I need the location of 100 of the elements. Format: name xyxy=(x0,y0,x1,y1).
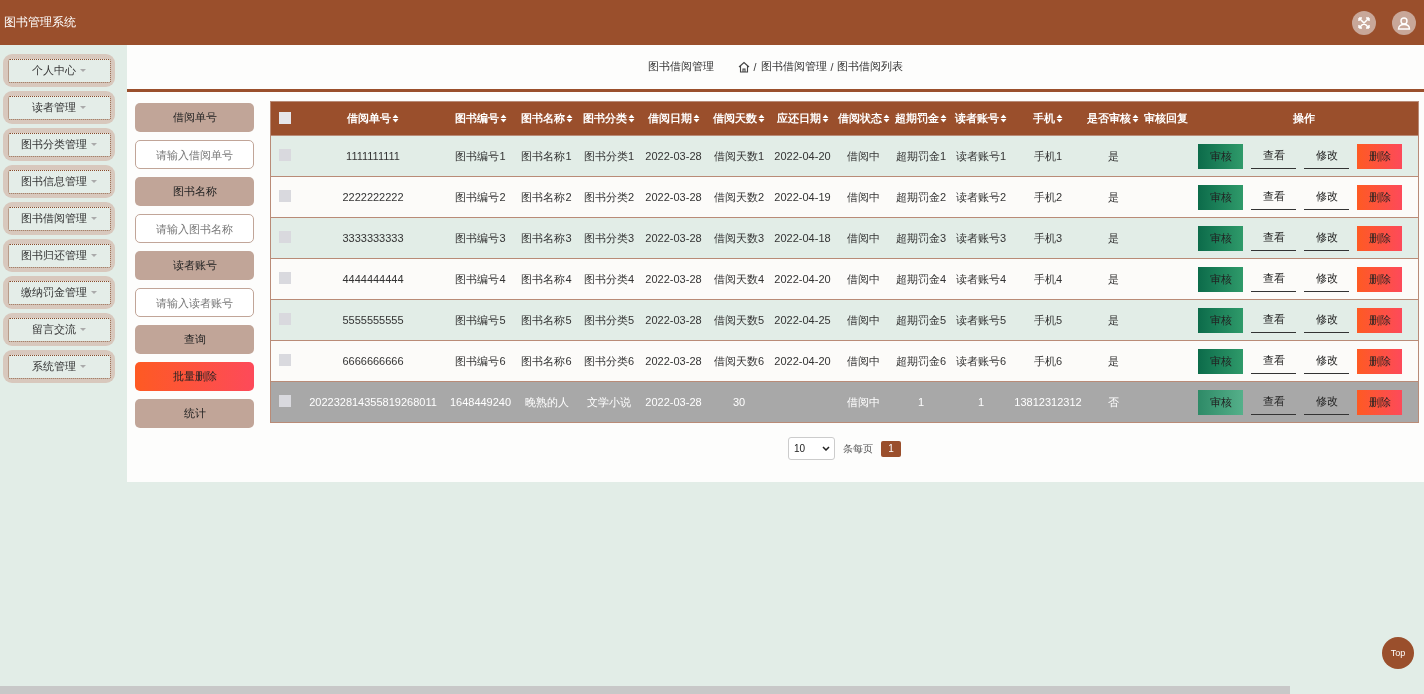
delete-button[interactable]: 删除 xyxy=(1357,184,1402,210)
row-checkbox[interactable] xyxy=(279,272,291,284)
page-size-select[interactable]: 10 xyxy=(788,437,835,460)
table-cell: 文学小说 xyxy=(587,395,631,408)
delete-button[interactable]: 删除 xyxy=(1357,266,1402,292)
sort-icon[interactable] xyxy=(499,114,507,123)
sort-icon[interactable] xyxy=(821,114,829,123)
scrollbar[interactable] xyxy=(0,686,1290,694)
menu-label: 读者管理 xyxy=(32,100,76,115)
back-to-top-button[interactable]: Top xyxy=(1382,637,1414,669)
table-cell: 是 xyxy=(1107,190,1119,203)
edit-button[interactable]: 修改 xyxy=(1304,143,1349,169)
view-button[interactable]: 查看 xyxy=(1251,184,1296,210)
table-cell: 借阅中 xyxy=(847,313,880,326)
menu-item[interactable]: 图书归还管理 xyxy=(3,239,115,272)
sort-icon[interactable] xyxy=(692,114,700,123)
table-cell: 是 xyxy=(1107,231,1119,244)
view-button[interactable]: 查看 xyxy=(1251,307,1296,333)
menu-item[interactable]: 留言交流 xyxy=(3,313,115,346)
user-icon[interactable] xyxy=(1392,10,1416,35)
sort-icon[interactable] xyxy=(1132,114,1139,123)
menu-item[interactable]: 系统管理 xyxy=(3,350,115,383)
batch-delete-button[interactable]: 批量删除 xyxy=(135,362,254,391)
caret-icon xyxy=(91,143,97,146)
sort-icon[interactable] xyxy=(392,114,399,123)
breadcrumb-item[interactable]: 图书借阅列表 xyxy=(837,60,904,74)
menu-item[interactable]: 图书信息管理 xyxy=(3,165,115,198)
table-cell: 读者账号2 xyxy=(955,190,1007,203)
sort-icon[interactable] xyxy=(758,114,765,123)
row-checkbox[interactable] xyxy=(279,190,291,202)
menu-item[interactable]: 缴纳罚金管理 xyxy=(3,276,115,309)
edit-button[interactable]: 修改 xyxy=(1304,307,1349,333)
table-cell: 2022-04-20 xyxy=(774,355,831,367)
table-cell: 读者账号4 xyxy=(955,272,1007,285)
breadcrumb-separator: / xyxy=(830,61,834,73)
table-cell: 图书分类3 xyxy=(583,231,635,244)
table-cell: 借阅中 xyxy=(847,272,880,285)
column-header[interactable]: 手机 xyxy=(1033,111,1063,126)
table-cell: 借阅天数3 xyxy=(713,231,765,244)
delete-button[interactable]: 删除 xyxy=(1357,307,1402,333)
audit-button[interactable]: 审核 xyxy=(1198,184,1243,210)
sort-icon[interactable] xyxy=(1056,114,1063,123)
delete-button[interactable]: 删除 xyxy=(1357,225,1402,251)
audit-button[interactable]: 审核 xyxy=(1198,389,1243,415)
view-button[interactable]: 查看 xyxy=(1251,225,1296,251)
table-cell: 1 xyxy=(917,396,925,408)
table-cell: 手机6 xyxy=(1033,354,1063,367)
action-button[interactable]: 统计 xyxy=(135,399,254,428)
search-field[interactable]: 请输入图书名称 xyxy=(135,214,254,243)
breadcrumb-item[interactable]: 图书借阅管理 xyxy=(760,60,827,74)
page-number[interactable]: 1 xyxy=(881,440,901,457)
view-button[interactable]: 查看 xyxy=(1251,348,1296,374)
table-cell: 手机4 xyxy=(1033,272,1063,285)
menu-item[interactable]: 图书借阅管理 xyxy=(3,202,115,235)
edit-button[interactable]: 修改 xyxy=(1304,225,1349,251)
sort-icon[interactable] xyxy=(940,114,947,123)
sort-icon[interactable] xyxy=(628,114,635,123)
menu-label: 个人中心 xyxy=(32,63,76,78)
home-icon[interactable] xyxy=(737,61,750,73)
view-button[interactable]: 查看 xyxy=(1251,143,1296,169)
delete-button[interactable]: 删除 xyxy=(1357,143,1402,169)
edit-button[interactable]: 修改 xyxy=(1304,348,1349,374)
delete-button[interactable]: 删除 xyxy=(1357,348,1402,374)
table-cell: 是 xyxy=(1107,272,1119,285)
sort-icon[interactable] xyxy=(882,114,890,123)
table-cell: 是 xyxy=(1107,354,1119,367)
menu-item[interactable]: 图书分类管理 xyxy=(3,128,115,161)
action-button[interactable]: 查询 xyxy=(135,325,254,354)
fullscreen-icon[interactable] xyxy=(1352,10,1376,35)
row-checkbox[interactable] xyxy=(279,395,291,407)
table-cell: 借阅天数2 xyxy=(713,190,765,203)
table-cell: 借阅中 xyxy=(847,395,880,408)
table-cell: 超期罚金4 xyxy=(895,272,947,285)
table-cell: 借阅中 xyxy=(847,231,880,244)
select-all-checkbox[interactable] xyxy=(279,111,291,124)
edit-button[interactable]: 修改 xyxy=(1304,266,1349,292)
delete-button[interactable]: 删除 xyxy=(1357,389,1402,415)
menu-item[interactable]: 读者管理 xyxy=(3,91,115,124)
search-field[interactable]: 请输入借阅单号 xyxy=(135,140,254,169)
table-cell: 否 xyxy=(1107,395,1119,408)
caret-icon xyxy=(91,291,97,294)
column-header[interactable]: 借阅单号 xyxy=(347,111,399,126)
audit-button[interactable]: 审核 xyxy=(1198,348,1243,374)
audit-button[interactable]: 审核 xyxy=(1198,266,1243,292)
table-cell: 读者账号5 xyxy=(955,313,1007,326)
menu-item[interactable]: 个人中心 xyxy=(3,54,115,87)
sort-icon[interactable] xyxy=(1000,114,1007,123)
row-checkbox[interactable] xyxy=(279,354,291,366)
edit-button[interactable]: 修改 xyxy=(1304,389,1349,415)
field-label: 图书名称 xyxy=(135,177,254,206)
edit-button[interactable]: 修改 xyxy=(1304,184,1349,210)
audit-button[interactable]: 审核 xyxy=(1198,143,1243,169)
view-button[interactable]: 查看 xyxy=(1251,389,1296,415)
audit-button[interactable]: 审核 xyxy=(1198,307,1243,333)
table-cell: 超期罚金6 xyxy=(895,354,947,367)
view-button[interactable]: 查看 xyxy=(1251,266,1296,292)
audit-button[interactable]: 审核 xyxy=(1198,225,1243,251)
table-cell: 晚熟的人 xyxy=(524,395,569,408)
sort-icon[interactable] xyxy=(565,114,573,123)
search-field[interactable]: 请输入读者账号 xyxy=(135,288,254,317)
